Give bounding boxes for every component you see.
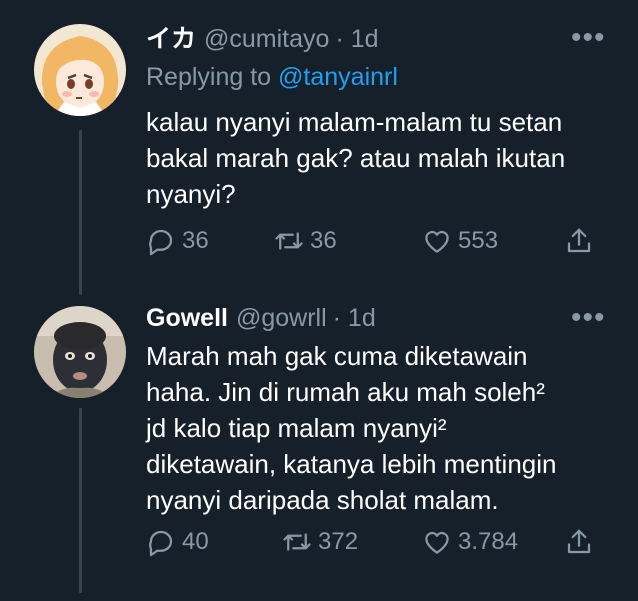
timestamp[interactable]: · 1d xyxy=(333,303,376,333)
thread-line xyxy=(79,408,82,593)
more-icon[interactable]: ••• xyxy=(571,23,606,53)
more-icon[interactable]: ••• xyxy=(571,303,606,333)
tweet-actions: 36 36 553 xyxy=(146,226,616,266)
user-handle[interactable]: @cumitayo xyxy=(204,24,329,54)
reply-icon xyxy=(146,527,176,557)
share-button[interactable] xyxy=(564,527,594,557)
retweet-icon xyxy=(274,226,304,256)
like-button[interactable]: 553 xyxy=(422,226,498,256)
reply-button[interactable]: 40 xyxy=(146,527,209,557)
share-icon xyxy=(564,226,594,256)
retweet-button[interactable]: 372 xyxy=(282,527,358,557)
tweet-text: Marah mah gak cuma diketawain haha. Jin … xyxy=(146,341,557,515)
retweet-button[interactable]: 36 xyxy=(274,226,337,256)
user-handle[interactable]: @gowrll xyxy=(236,303,327,333)
replying-to: Replying to @tanyainrl xyxy=(146,62,398,92)
replying-label: Replying to xyxy=(146,63,279,91)
share-button[interactable] xyxy=(564,226,594,256)
reply-button[interactable]: 36 xyxy=(146,226,209,256)
tweet-text: kalau nyanyi malam-malam tu setan bakal … xyxy=(146,107,566,209)
like-icon xyxy=(422,527,452,557)
mention-link[interactable]: @tanyainrl xyxy=(278,63,398,91)
reply-count: 36 xyxy=(182,227,209,254)
display-name[interactable]: イカ xyxy=(146,24,196,54)
thread-line xyxy=(79,130,82,295)
reply-icon xyxy=(146,226,176,256)
like-button[interactable]: 3.784 xyxy=(422,527,518,557)
tweet-actions: 40 372 3.784 xyxy=(146,527,616,567)
tweet-header: イカ @cumitayo · 1d xyxy=(146,24,379,54)
retweet-icon xyxy=(282,527,312,557)
like-count: 553 xyxy=(458,227,499,254)
reply-count: 40 xyxy=(182,528,209,555)
retweet-count: 372 xyxy=(318,528,359,555)
like-count: 3.784 xyxy=(458,528,519,555)
like-icon xyxy=(422,226,452,256)
avatar[interactable] xyxy=(34,24,126,116)
timestamp[interactable]: · 1d xyxy=(335,24,378,54)
display-name[interactable]: Gowell xyxy=(146,303,228,333)
avatar[interactable] xyxy=(34,306,126,398)
retweet-count: 36 xyxy=(310,227,337,254)
share-icon xyxy=(564,527,594,557)
tweet-header: Gowell @gowrll · 1d xyxy=(146,303,376,333)
